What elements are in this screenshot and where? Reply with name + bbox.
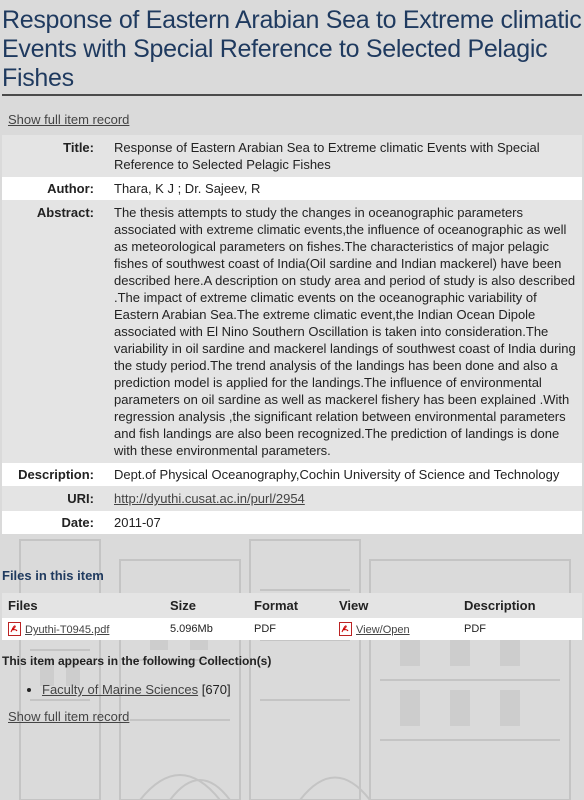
file-name-link[interactable]: Dyuthi-T0945.pdf [25,624,109,636]
title-label: Title: [63,140,94,155]
collections-heading: This item appears in the following Colle… [2,654,272,668]
metadata-row-abstract: Abstract: The thesis attempts to study t… [2,200,582,463]
abstract-label: Abstract: [36,205,94,220]
files-heading: Files in this item [2,568,104,583]
author-label: Author: [47,181,94,196]
pdf-icon [339,622,352,636]
pdf-icon [8,622,21,636]
file-format: PDF [248,618,333,640]
files-table: Files Size Format View Description Dyuth… [2,593,582,640]
view-open-link[interactable]: View/Open [356,624,410,636]
date-value: 2011-07 [114,515,161,530]
item-view: Response of Eastern Arabian Sea to Extre… [0,0,584,726]
collection-link[interactable]: Faculty of Marine Sciences [42,682,198,697]
description-value: Dept.of Physical Oceanography,Cochin Uni… [114,467,560,482]
file-size: 5.096Mb [164,618,248,640]
files-col-files: Files [2,593,164,618]
files-col-view: View [333,593,458,618]
metadata-row-title: Title: Response of Eastern Arabian Sea t… [2,135,582,177]
files-col-size: Size [164,593,248,618]
title-value: Response of Eastern Arabian Sea to Extre… [114,140,540,172]
collections-list: Faculty of Marine Sciences [670] [0,682,584,697]
show-full-record-link-bottom[interactable]: Show full item record [8,709,129,724]
page-title: Response of Eastern Arabian Sea to Extre… [2,6,582,92]
metadata-table: Title: Response of Eastern Arabian Sea t… [2,135,582,534]
show-full-record-link[interactable]: Show full item record [8,112,129,127]
description-label: Description: [18,467,94,482]
uri-link[interactable]: http://dyuthi.cusat.ac.in/purl/2954 [114,491,305,506]
files-col-description: Description [458,593,582,618]
abstract-value: The thesis attempts to study the changes… [114,205,576,458]
uri-label: URI: [67,491,94,506]
metadata-row-uri: URI: http://dyuthi.cusat.ac.in/purl/2954 [2,486,582,511]
date-label: Date: [61,515,94,530]
file-description: PDF [458,618,582,640]
files-header-row: Files Size Format View Description [2,593,582,618]
title-divider [2,94,582,96]
metadata-row-author: Author: Thara, K J ; Dr. Sajeev, R [2,177,582,200]
author-value: Thara, K J ; Dr. Sajeev, R [114,181,261,196]
files-col-format: Format [248,593,333,618]
list-item: Faculty of Marine Sciences [670] [42,682,584,697]
table-row: Dyuthi-T0945.pdf 5.096Mb PDF View/Open P… [2,618,582,640]
metadata-row-description: Description: Dept.of Physical Oceanograp… [2,463,582,486]
collection-count: [670] [201,682,231,697]
metadata-row-date: Date: 2011-07 [2,511,582,534]
